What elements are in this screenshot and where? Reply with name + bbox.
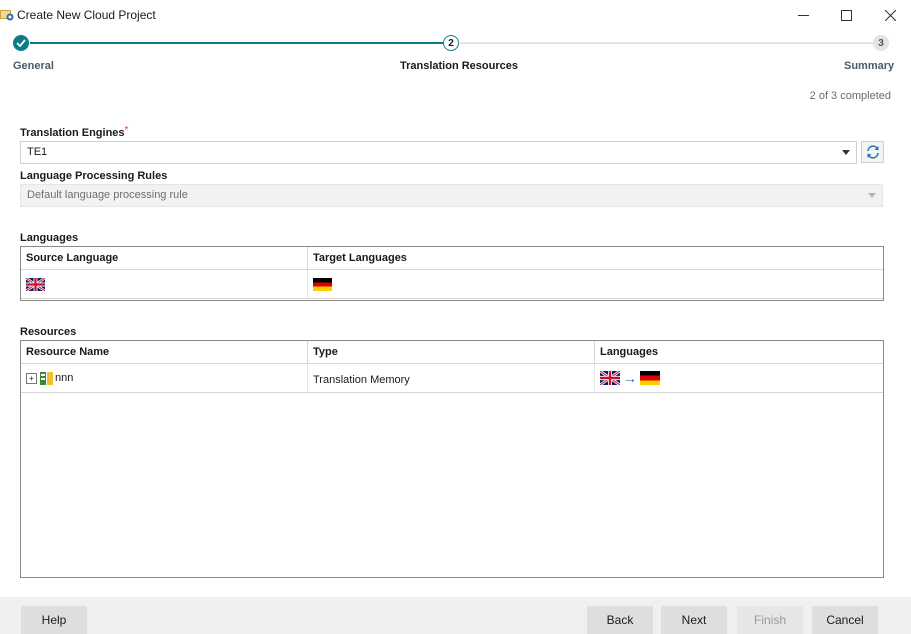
minimize-button[interactable] [781,0,825,30]
minimize-icon [797,14,809,16]
table-row[interactable] [21,270,883,299]
resource-languages-cell[interactable]: → [595,364,883,392]
checkmark-icon [16,39,26,47]
languages-table: Source Language Target Languages [20,246,884,301]
translation-engines-value: TE1 [27,146,48,158]
maximize-icon [840,9,852,21]
chevron-down-icon [868,193,876,198]
title-bar: Create New Cloud Project [0,0,911,30]
table-row[interactable]: + nnn Translation Memory → [21,364,883,393]
language-processing-rules-label: Language Processing Rules [20,170,168,182]
column-header-target-languages[interactable]: Target Languages [308,247,883,269]
wizard-stepper: 2 3 General Translation Resources Summar… [0,30,911,90]
step-general-indicator[interactable] [13,35,29,51]
column-header-type[interactable]: Type [308,341,595,363]
resources-table: Resource Name Type Languages + nnn Trans… [20,340,884,578]
german-flag-icon [640,371,660,385]
translation-engines-label-text: Translation Engines [20,127,125,139]
next-button[interactable]: Next [661,606,727,634]
resources-section-label: Resources [20,326,77,338]
resource-type-cell[interactable]: Translation Memory [308,364,595,392]
translation-memory-icon [40,371,53,385]
progress-text: 2 of 3 completed [809,90,891,102]
step-general-label[interactable]: General [13,60,54,72]
stepper-line-pending [460,42,874,44]
language-processing-rules-value: Default language processing rule [27,189,188,201]
window-title: Create New Cloud Project [17,8,156,22]
close-button[interactable] [868,0,911,30]
expand-toggle[interactable]: + [26,372,37,384]
resource-type: Translation Memory [313,374,410,386]
source-language-cell[interactable] [21,270,308,298]
help-button[interactable]: Help [21,606,87,634]
refresh-icon [866,145,879,159]
dialog-footer: Help Back Next Finish Cancel [0,597,911,634]
uk-flag-icon [26,277,45,291]
close-icon [884,9,896,21]
arrow-right-icon: → [623,370,637,386]
maximize-button[interactable] [824,0,868,30]
refresh-engines-button[interactable] [861,141,884,163]
finish-button[interactable]: Finish [737,606,803,634]
resource-name: nnn [55,372,74,384]
language-processing-rules-dropdown: Default language processing rule [20,184,883,207]
cancel-button[interactable]: Cancel [812,606,878,634]
step-translation-resources-indicator[interactable]: 2 [443,35,459,51]
column-header-languages[interactable]: Languages [595,341,883,363]
german-flag-icon [313,277,332,291]
target-languages-cell[interactable] [308,270,883,298]
column-header-resource-name[interactable]: Resource Name [21,341,308,363]
step-summary-indicator[interactable]: 3 [873,35,889,51]
languages-section-label: Languages [20,232,79,244]
required-marker: * [124,125,129,136]
step-translation-resources-label[interactable]: Translation Resources [400,60,518,72]
column-header-source-language[interactable]: Source Language [21,247,308,269]
stepper-line-completed [30,42,444,44]
resource-name-cell[interactable]: + nnn [21,364,308,392]
back-button[interactable]: Back [587,606,653,634]
step-summary-label[interactable]: Summary [844,60,894,72]
chevron-down-icon [842,150,850,155]
cloud-project-icon [0,10,14,21]
translation-engines-label: Translation Engines* [20,125,129,139]
languages-table-header: Source Language Target Languages [21,247,883,270]
translation-engines-dropdown[interactable]: TE1 [20,141,857,164]
resources-table-header: Resource Name Type Languages [21,341,883,364]
uk-flag-icon [600,371,620,385]
